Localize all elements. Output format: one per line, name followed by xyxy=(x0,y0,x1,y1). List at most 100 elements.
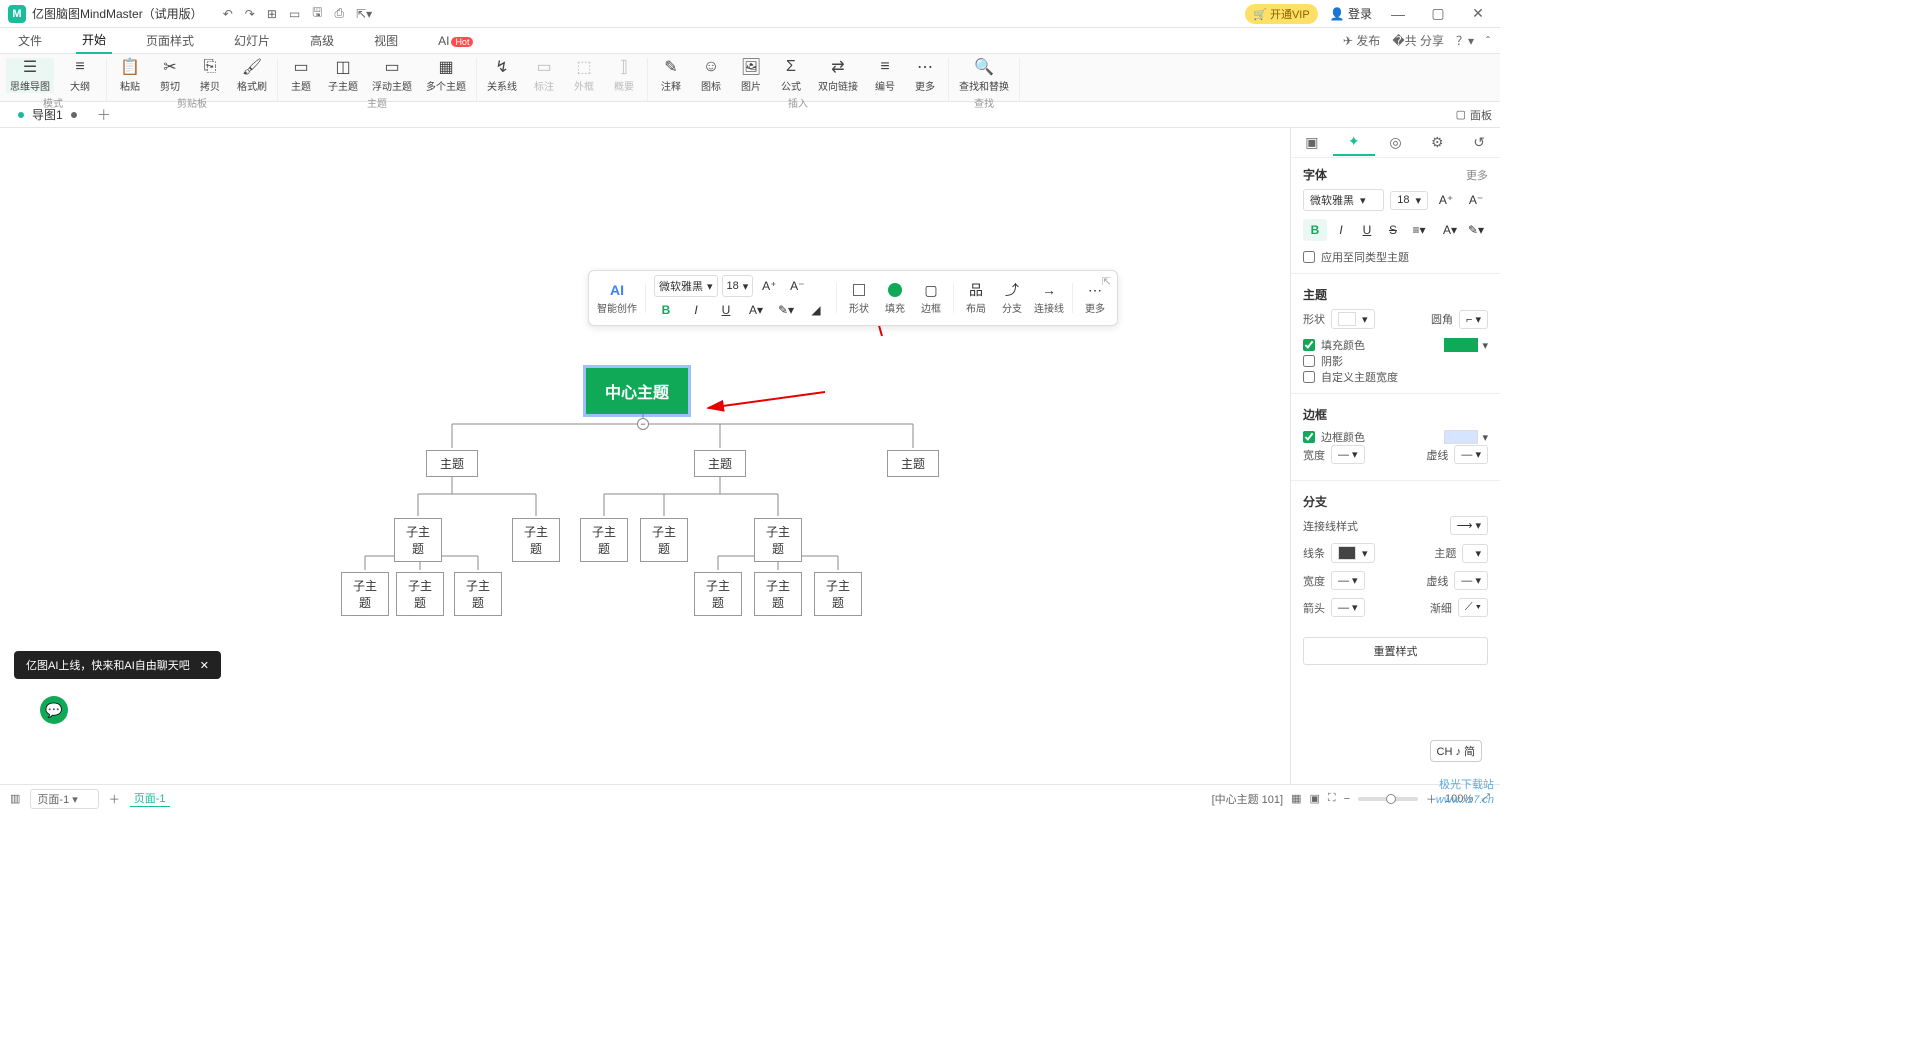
tab-slides[interactable]: 幻灯片 xyxy=(228,28,276,53)
taper-select[interactable]: ⟋ ▾ xyxy=(1458,598,1488,617)
window-minimize[interactable]: — xyxy=(1384,6,1412,22)
reset-style-button[interactable]: 重置样式 xyxy=(1303,637,1488,665)
shape-button[interactable]: 形状 xyxy=(845,281,873,315)
italic-icon[interactable]: I xyxy=(1329,219,1353,241)
font-family-select[interactable]: 微软雅黑 ▾ xyxy=(1303,189,1384,211)
rp-tab-format[interactable]: ✦ xyxy=(1333,129,1375,156)
ime-indicator[interactable]: CH ♪ 简 xyxy=(1430,740,1483,762)
multi-topic-button[interactable]: ▦多个主题 xyxy=(422,58,470,93)
mode-mindmap[interactable]: ☰思维导图 xyxy=(6,58,54,93)
highlight-icon[interactable]: ✎▾ xyxy=(774,299,798,321)
tab-start[interactable]: 开始 xyxy=(76,27,112,54)
page-select[interactable]: 页面-1 ▾ xyxy=(30,789,98,809)
custom-width-checkbox[interactable] xyxy=(1303,371,1315,383)
subtopic-node[interactable]: 子主题 xyxy=(396,572,444,616)
tab-ai[interactable]: AIHot xyxy=(432,30,479,52)
formula-button[interactable]: Σ公式 xyxy=(774,58,808,93)
export-icon[interactable]: ⇱▾ xyxy=(356,7,372,21)
font-increase-icon[interactable]: A⁺ xyxy=(1434,189,1458,211)
rp-tab-history[interactable]: ↺ xyxy=(1458,130,1500,155)
window-maximize[interactable]: ▢ xyxy=(1424,5,1452,22)
publish-button[interactable]: ✈ 发布 xyxy=(1343,32,1380,49)
subtopic-button[interactable]: ◫子主题 xyxy=(324,58,362,93)
topic-node[interactable]: 主题 xyxy=(694,450,746,477)
help-icon[interactable]: ？▾ xyxy=(1456,32,1474,49)
branch-button[interactable]: ⤴分支 xyxy=(998,281,1026,315)
shadow-checkbox[interactable] xyxy=(1303,355,1315,367)
line-dash-select[interactable]: — ▾ xyxy=(1454,571,1488,590)
border-button[interactable]: ▢边框 xyxy=(917,281,945,315)
zoom-out-icon[interactable]: − xyxy=(1344,793,1350,805)
fill-color-swatch[interactable] xyxy=(1444,338,1478,352)
bold-icon[interactable]: B xyxy=(654,299,678,321)
subtopic-node[interactable]: 子主题 xyxy=(394,518,442,562)
tab-view[interactable]: 视图 xyxy=(368,28,404,53)
view-grid-icon[interactable]: ▦ xyxy=(1291,792,1301,805)
fullscreen-icon[interactable]: ⛶ xyxy=(1328,792,1336,805)
view-thumb-icon[interactable]: ▣ xyxy=(1310,792,1320,805)
tab-file[interactable]: 文件 xyxy=(12,28,48,53)
topic-node[interactable]: 主题 xyxy=(426,450,478,477)
format-painter[interactable]: 🖌格式刷 xyxy=(233,58,271,93)
login-button[interactable]: 👤 登录 xyxy=(1330,5,1372,22)
ai-button[interactable]: AI智能创作 xyxy=(597,281,637,315)
window-close[interactable]: ✕ xyxy=(1464,5,1492,22)
underline-icon[interactable]: U xyxy=(714,299,738,321)
topic-node[interactable]: 主题 xyxy=(887,450,939,477)
font-color-icon[interactable]: A▾ xyxy=(744,299,768,321)
font-decrease-icon[interactable]: A⁻ xyxy=(1464,189,1488,211)
zoom-slider[interactable] xyxy=(1358,797,1418,801)
subtopic-node[interactable]: 子主题 xyxy=(814,572,862,616)
link-button[interactable]: ⇄双向链接 xyxy=(814,58,862,93)
rp-tab-style[interactable]: ▣ xyxy=(1291,130,1333,155)
pages-icon[interactable]: ▥ xyxy=(10,792,20,805)
font-increase-icon[interactable]: A⁺ xyxy=(757,275,781,297)
new-icon[interactable]: ⊞ xyxy=(267,7,277,21)
subtopic-node[interactable]: 子主题 xyxy=(454,572,502,616)
tab-advanced[interactable]: 高级 xyxy=(304,28,340,53)
font-color-icon[interactable]: A▾ xyxy=(1438,219,1462,241)
connector-style-select[interactable]: ⟶ ▾ xyxy=(1450,516,1488,535)
tab-pagestyle[interactable]: 页面样式 xyxy=(140,28,200,53)
shape-select[interactable]: ▾ xyxy=(1331,309,1375,329)
document-tab[interactable]: 导图1 xyxy=(8,104,87,125)
subtopic-node[interactable]: 子主题 xyxy=(512,518,560,562)
highlight-color-icon[interactable]: ✎▾ xyxy=(1464,219,1488,241)
subtopic-node[interactable]: 子主题 xyxy=(754,572,802,616)
clear-format-icon[interactable]: ◢ xyxy=(804,299,828,321)
copy-button[interactable]: ⎘拷贝 xyxy=(193,58,227,93)
float-topic-button[interactable]: ▭浮动主题 xyxy=(368,58,416,93)
subtopic-node[interactable]: 子主题 xyxy=(341,572,389,616)
share-button[interactable]: �共 分享 xyxy=(1392,32,1444,49)
vip-button[interactable]: 🛒 开通VIP xyxy=(1245,4,1318,24)
fill-button[interactable]: 填充 xyxy=(881,281,909,315)
panel-toggle[interactable]: ▢ 面板 xyxy=(1456,107,1492,123)
note-button[interactable]: ✎注释 xyxy=(654,58,688,93)
border-dash-select[interactable]: — ▾ xyxy=(1454,445,1488,464)
font-more[interactable]: 更多 xyxy=(1466,167,1488,183)
fill-checkbox[interactable] xyxy=(1303,339,1315,351)
open-icon[interactable]: ▭ xyxy=(289,7,300,21)
branch-theme-select[interactable]: ▾ xyxy=(1462,544,1488,563)
subtopic-node[interactable]: 子主题 xyxy=(694,572,742,616)
arrow-select[interactable]: — ▾ xyxy=(1331,598,1365,617)
add-page-icon[interactable]: ＋ xyxy=(109,791,120,807)
bold-icon[interactable]: B xyxy=(1303,219,1327,241)
collapse-ribbon-icon[interactable]: ˆ xyxy=(1486,34,1490,48)
font-decrease-icon[interactable]: A⁻ xyxy=(785,275,809,297)
font-size-select[interactable]: 18 ▾ xyxy=(1390,191,1428,210)
relation-button[interactable]: ↯关系线 xyxy=(483,58,521,93)
layout-button[interactable]: 品布局 xyxy=(962,281,990,315)
fill-color-dropdown[interactable]: ▾ xyxy=(1482,339,1488,352)
collapse-icon[interactable]: − xyxy=(637,418,649,430)
corner-select[interactable]: ⌐ ▾ xyxy=(1459,310,1488,329)
undo-icon[interactable]: ↶ xyxy=(223,7,233,21)
connector-button[interactable]: →连接线 xyxy=(1034,281,1064,315)
border-color-checkbox[interactable] xyxy=(1303,431,1315,443)
central-topic-node[interactable]: 中心主题 xyxy=(586,368,688,414)
save-icon[interactable]: 🖫 xyxy=(312,3,322,24)
more-insert-button[interactable]: ⋯更多 xyxy=(908,58,942,93)
italic-icon[interactable]: I xyxy=(684,299,708,321)
align-icon[interactable]: ≡▾ xyxy=(1407,219,1431,241)
font-select[interactable]: 微软雅黑 ▾ xyxy=(654,275,718,297)
